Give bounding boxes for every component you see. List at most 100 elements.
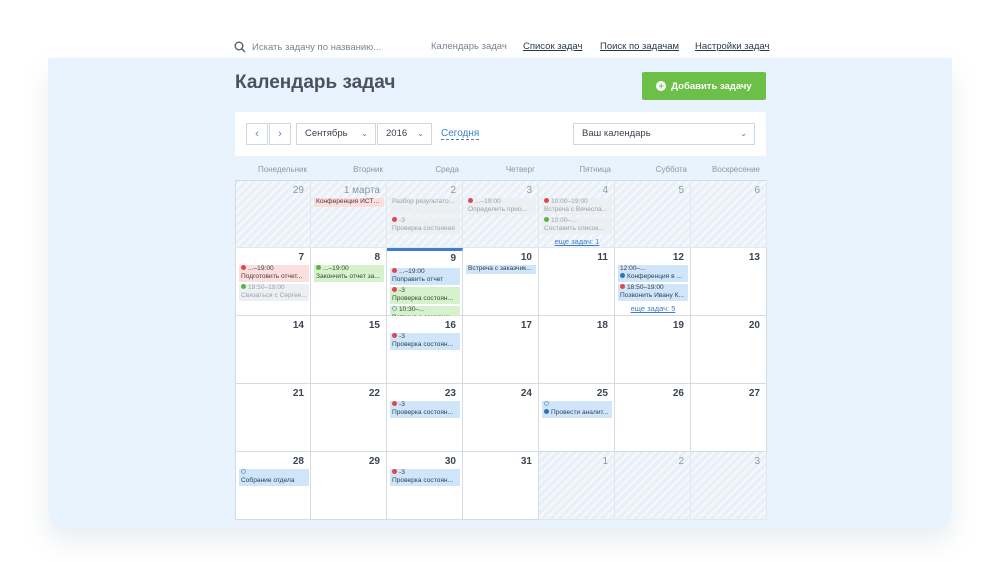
top-navigation: Искать задачу по названию... Календарь з… bbox=[0, 0, 1000, 58]
next-month-button[interactable]: › bbox=[269, 123, 291, 145]
day-cell[interactable]: 2 Разбор результатов конференции -3Проверк… bbox=[387, 180, 463, 248]
nav-task-search[interactable]: Поиск по задачам bbox=[600, 41, 679, 52]
day-cell[interactable]: 2 bbox=[615, 452, 691, 520]
task-item[interactable]: Встреча с заказчик... bbox=[466, 265, 536, 274]
day-cell[interactable]: 16 -3 Проверка состоян... bbox=[387, 316, 463, 384]
day-cell[interactable]: 29 bbox=[311, 452, 387, 520]
task-time: ...–19:00 bbox=[248, 265, 274, 272]
day-cell[interactable]: 25 Провести аналит... bbox=[539, 384, 615, 452]
today-link[interactable]: Сегодня bbox=[441, 128, 480, 140]
task-item[interactable]: 10:00–... Составить список... bbox=[542, 217, 612, 234]
day-cell[interactable]: 30 -3 Проверка состоян... bbox=[387, 452, 463, 520]
day-cell[interactable]: 29 bbox=[235, 180, 311, 248]
day-cell[interactable]: 4 10:00–19:00 Встреча с Вячесла... 10:00–..… bbox=[539, 180, 615, 248]
day-number: 7 bbox=[298, 252, 304, 263]
day-number: 14 bbox=[292, 320, 304, 331]
more-tasks-link[interactable]: еще задач: 5 bbox=[615, 304, 691, 313]
add-task-button[interactable]: + Добавить задачу bbox=[642, 72, 766, 100]
task-time: ...–19:00 bbox=[399, 268, 425, 275]
day-cell[interactable]: 17 bbox=[463, 316, 539, 384]
task-item[interactable]: 10:00–19:00 Встреча с Вячесла... bbox=[542, 198, 612, 215]
day-number: 21 bbox=[292, 388, 304, 399]
calendar-select[interactable]: Ваш календарь ⌄ bbox=[573, 123, 755, 145]
day-cell[interactable]: 9 ...–19:00 Поправить отчет -3 Проверка сост… bbox=[387, 248, 463, 323]
year-value: 2016 bbox=[386, 128, 408, 139]
day-cell[interactable]: 14 bbox=[235, 316, 311, 384]
task-item[interactable]: ...–19:00 Поправить отчет bbox=[390, 268, 460, 285]
task-time: ...–19:00 bbox=[323, 265, 349, 272]
day-cell[interactable]: 7 ...–19:00 Подготовить отчет... 18:50–19:0… bbox=[235, 248, 311, 316]
task-item[interactable]: 18:50–19:00 Связаться с Сергее... bbox=[239, 284, 309, 301]
day-cell[interactable]: 22 bbox=[311, 384, 387, 452]
task-time: 10:00–... bbox=[551, 217, 577, 224]
day-cell[interactable]: 15 bbox=[311, 316, 387, 384]
day-cell[interactable]: 13 bbox=[691, 248, 767, 316]
weekday-label: Воскресение bbox=[712, 165, 760, 174]
task-name: Проверка состоян... bbox=[392, 295, 454, 302]
task-item[interactable]: -3 Проверка состоян... bbox=[390, 287, 460, 304]
weekday-label: Четверг bbox=[505, 165, 535, 174]
nav-calendar[interactable]: Календарь задач bbox=[431, 41, 507, 52]
task-name: Конференция в ... bbox=[627, 273, 682, 280]
day-cell[interactable]: 19 bbox=[615, 316, 691, 384]
day-cell[interactable]: 11 bbox=[539, 248, 615, 316]
day-cell[interactable]: 1 марта Конференция ИСТиТ 2016 bbox=[311, 180, 387, 248]
info-dot-icon bbox=[544, 409, 549, 414]
day-cell[interactable]: 27 bbox=[691, 384, 767, 452]
day-cell[interactable]: 3 ...–19:00 Определить прио... bbox=[463, 180, 539, 248]
day-cell[interactable]: 12 12:00–... Конференция в ... 18:50–19:00 П… bbox=[615, 248, 691, 316]
day-number: 20 bbox=[748, 320, 760, 331]
day-cell[interactable]: 10 Встреча с заказчик... bbox=[463, 248, 539, 316]
search-input[interactable]: Искать задачу по названию... bbox=[252, 42, 381, 53]
day-cell[interactable]: 24 bbox=[463, 384, 539, 452]
task-item[interactable]: Собрание отдела bbox=[239, 469, 309, 486]
day-cell[interactable]: 28 Собрание отдела bbox=[235, 452, 311, 520]
status-dot-icon bbox=[241, 284, 246, 289]
task-item[interactable]: -3 Проверка состояния bbox=[390, 217, 460, 234]
day-cell[interactable]: 6 bbox=[691, 180, 767, 248]
day-cell[interactable]: 31 bbox=[463, 452, 539, 520]
day-cell[interactable]: 26 bbox=[615, 384, 691, 452]
nav-task-list[interactable]: Список задач bbox=[523, 41, 582, 52]
task-item[interactable]: 18:50–19:00 Позвонить Ивану К... bbox=[618, 284, 688, 301]
status-ring-icon bbox=[392, 306, 397, 311]
task-item[interactable]: ...–19:00 Закончить отчет за... bbox=[314, 265, 384, 282]
task-item[interactable]: Разбор результатов конференции bbox=[390, 198, 460, 215]
weekday-label: Понедельник bbox=[258, 165, 307, 174]
task-item[interactable]: ...–19:00 Определить прио... bbox=[466, 198, 536, 215]
task-item[interactable]: 12:00–... Конференция в ... bbox=[618, 265, 688, 282]
day-cell[interactable]: 8 ...–19:00 Закончить отчет за... bbox=[311, 248, 387, 316]
day-cell[interactable]: 20 bbox=[691, 316, 767, 384]
day-number: 30 bbox=[444, 456, 456, 467]
day-number: 4 bbox=[602, 185, 608, 196]
day-cell[interactable]: 3 bbox=[691, 452, 767, 520]
task-item[interactable]: -3 Проверка состоян... bbox=[390, 333, 460, 350]
nav-task-settings[interactable]: Настройки задач bbox=[695, 41, 769, 52]
status-dot-icon bbox=[392, 469, 397, 474]
day-number: 28 bbox=[292, 456, 304, 467]
day-number: 19 bbox=[672, 320, 684, 331]
day-number: 8 bbox=[374, 252, 380, 263]
status-dot-icon bbox=[544, 217, 549, 222]
task-item[interactable]: Конференция ИСТиТ 2016 bbox=[314, 198, 384, 207]
day-cell[interactable]: 5 bbox=[615, 180, 691, 248]
day-number: 10 bbox=[520, 252, 532, 263]
day-cell[interactable]: 1 bbox=[539, 452, 615, 520]
day-cell[interactable]: 18 bbox=[539, 316, 615, 384]
task-item[interactable]: Провести аналит... bbox=[542, 401, 612, 418]
task-item[interactable]: ...–19:00 Подготовить отчет... bbox=[239, 265, 309, 282]
prev-month-button[interactable]: ‹ bbox=[246, 123, 268, 145]
search-bar[interactable]: Искать задачу по названию... bbox=[234, 40, 381, 54]
day-cell[interactable]: 21 bbox=[235, 384, 311, 452]
year-select[interactable]: 2016 ⌄ bbox=[377, 123, 432, 145]
task-item[interactable]: -3 Проверка состоян... bbox=[390, 401, 460, 418]
day-cell[interactable]: 23 -3 Проверка состоян... bbox=[387, 384, 463, 452]
more-tasks-link[interactable]: еще задач: 1 bbox=[539, 237, 615, 246]
add-task-label: Добавить задачу bbox=[671, 80, 752, 92]
month-select[interactable]: Сентябрь ⌄ bbox=[296, 123, 376, 145]
task-name: Подготовить отчет... bbox=[241, 273, 303, 280]
day-number: 26 bbox=[672, 388, 684, 399]
task-name: Разбор результатов конференции bbox=[392, 198, 458, 205]
task-item[interactable]: -3 Проверка состоян... bbox=[390, 469, 460, 486]
task-name: Проверка состоян... bbox=[392, 341, 454, 348]
